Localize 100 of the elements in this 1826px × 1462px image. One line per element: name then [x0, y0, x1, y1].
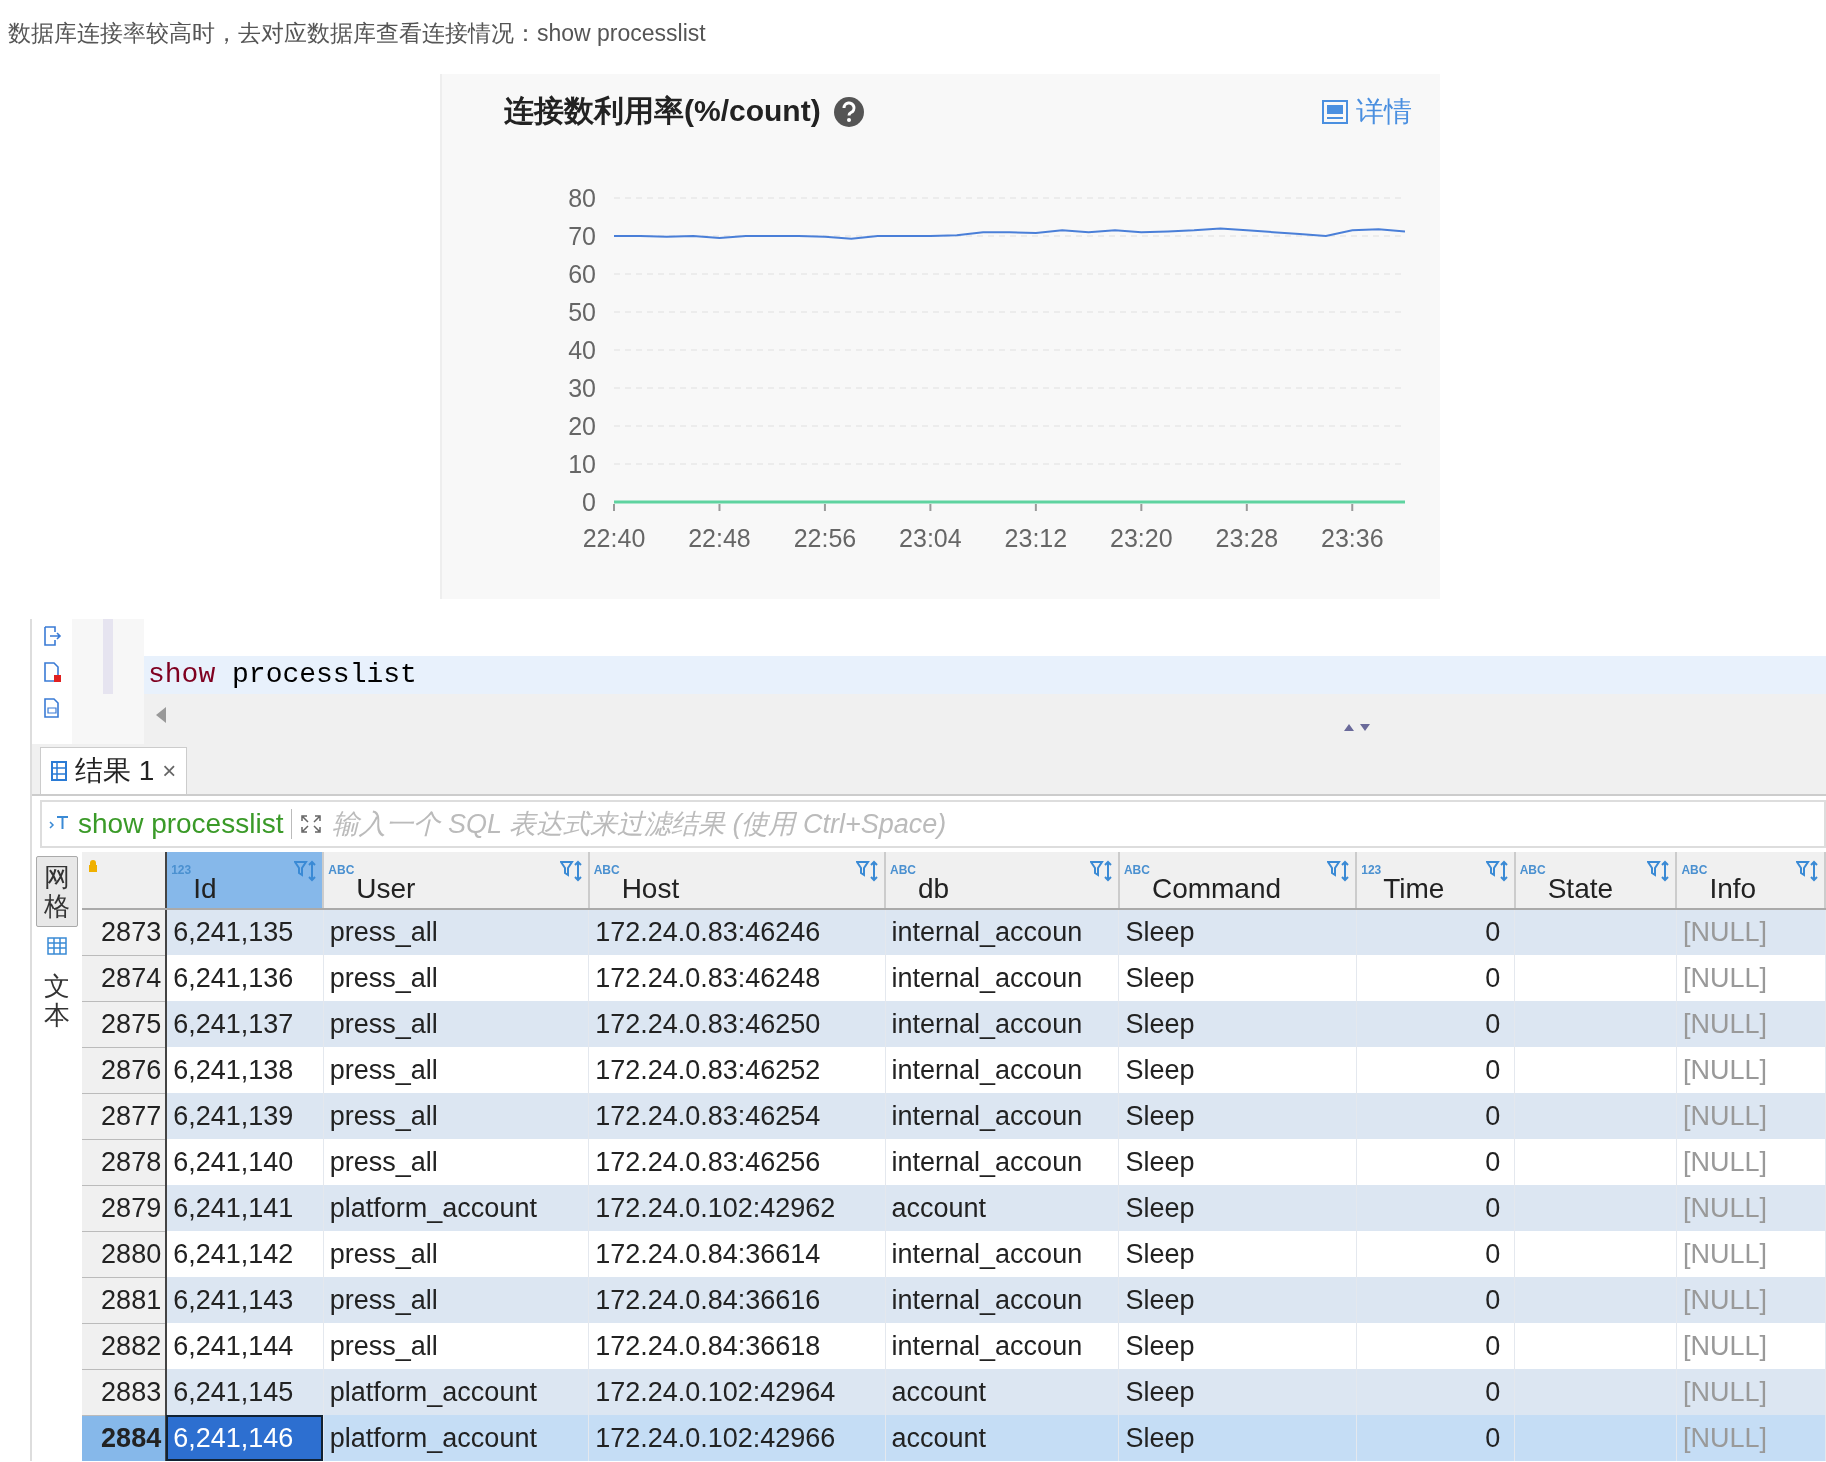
table-cell: [NULL]	[1676, 1001, 1825, 1047]
column-header[interactable]: ABC db	[885, 852, 1119, 909]
table-row[interactable]: 2881 6,241,143 press_all 172.24.0.84:36616 internal_accoun Sleep 0 [NULL]	[81, 1277, 1825, 1323]
axis-tick	[718, 503, 721, 512]
scroll-left-icon[interactable]	[154, 706, 168, 724]
maximize-toggle-icon[interactable]	[1342, 722, 1372, 732]
table-cell: [NULL]	[1676, 1185, 1825, 1231]
column-header[interactable]: ABC Command	[1118, 852, 1357, 909]
axis-tick-label: 0	[582, 488, 596, 516]
axis-tick-label: 23:12	[1004, 524, 1068, 552]
filter-sort-icon[interactable]	[1647, 859, 1672, 883]
filter-sort-icon[interactable]	[1089, 859, 1114, 883]
row-number: 2880	[81, 1231, 167, 1277]
table-row[interactable]: 2884 6,241,146 platform_account 172.24.0.102:42966 account Sleep 0 [NULL]	[81, 1415, 1825, 1461]
table-row[interactable]: 2875 6,241,137 press_all 172.24.0.83:46250 internal_accoun Sleep 0 [NULL]	[81, 1001, 1825, 1047]
type-label: ABC	[328, 863, 355, 877]
table-cell: 172.24.0.83:46246	[588, 909, 886, 955]
table-cell: [NULL]	[1676, 1277, 1825, 1323]
table-cell: platform_account	[323, 1415, 589, 1461]
table-cell: press_all	[323, 1001, 589, 1047]
table-row[interactable]: 2873 6,241,135 press_all 172.24.0.83:46246 internal_accoun Sleep 0 [NULL]	[81, 909, 1825, 955]
table-row[interactable]: 2874 6,241,136 press_all 172.24.0.83:46248 internal_accoun Sleep 0 [NULL]	[81, 955, 1825, 1001]
table-row[interactable]: 2879 6,241,141 platform_account 172.24.0.102:42962 account Sleep 0 [NULL]	[81, 1185, 1825, 1231]
table-row[interactable]: 2882 6,241,144 press_all 172.24.0.84:36618 internal_accoun Sleep 0 [NULL]	[81, 1323, 1825, 1369]
table-cell: press_all	[323, 1277, 589, 1323]
table-cell: Sleep	[1118, 1139, 1357, 1185]
table-cell: 172.24.0.83:46254	[588, 1093, 886, 1139]
axis-tick	[823, 503, 826, 512]
column-title: State	[1547, 873, 1614, 905]
help-icon[interactable]	[832, 95, 865, 128]
table-cell: Sleep	[1118, 1047, 1357, 1093]
filter-sort-icon[interactable]	[856, 859, 881, 883]
table-cell: [NULL]	[1676, 1323, 1825, 1369]
column-header[interactable]: ABC State	[1514, 852, 1677, 909]
table-cell: internal_accoun	[885, 1093, 1119, 1139]
table-cell: internal_accoun	[885, 1001, 1119, 1047]
variable-file-icon[interactable]	[42, 697, 62, 719]
grid-icon[interactable]	[46, 937, 67, 956]
table-row[interactable]: 2883 6,241,145 platform_account 172.24.0.102:42964 account Sleep 0 [NULL]	[81, 1369, 1825, 1415]
column-title: Command	[1151, 873, 1282, 905]
result-tab[interactable]: 结果 1 ×	[40, 747, 188, 794]
type-label: ABC	[890, 863, 917, 877]
column-title: db	[918, 873, 950, 905]
column-header[interactable]: ABC Info	[1676, 852, 1825, 909]
export-icon[interactable]	[42, 625, 62, 647]
expand-icon[interactable]	[300, 814, 323, 834]
axis-tick-label: 23:28	[1215, 524, 1279, 552]
file-error-icon[interactable]	[42, 661, 62, 683]
table-cell: internal_accoun	[885, 1047, 1119, 1093]
view-tab[interactable]: 网格	[35, 856, 78, 928]
table-cell: 0	[1356, 1093, 1515, 1139]
table-cell: [NULL]	[1676, 1093, 1825, 1139]
column-title: User	[356, 873, 416, 905]
axis-tick-label: 70	[568, 222, 596, 250]
table-cell: Sleep	[1118, 1001, 1357, 1047]
column-header[interactable]: ABC Host	[588, 852, 886, 909]
filter-sort-icon[interactable]	[1796, 859, 1820, 883]
table-cell: Sleep	[1118, 1231, 1357, 1277]
table-cell: account	[885, 1369, 1119, 1415]
table-row[interactable]: 2880 6,241,142 press_all 172.24.0.84:36614 internal_accoun Sleep 0 [NULL]	[81, 1231, 1825, 1277]
lock-icon	[87, 860, 98, 872]
filter-field[interactable]: show processlist 输入一个 SQL 表达式来过滤结果 (使用 Ctrl+Space)	[40, 800, 1826, 848]
axis-tick-label: 23:04	[899, 524, 962, 552]
row-number: 2881	[81, 1277, 167, 1323]
table-cell: 172.24.0.84:36614	[588, 1231, 886, 1277]
table-cell: 0	[1356, 1185, 1515, 1231]
table-row[interactable]: 2878 6,241,140 press_all 172.24.0.83:46256 internal_accoun Sleep 0 [NULL]	[81, 1139, 1825, 1185]
column-header[interactable]: 123 Id	[166, 852, 324, 909]
axis-tick-label: 30	[568, 374, 596, 402]
type-label: ABC	[593, 863, 620, 877]
table-cell: 6,241,138	[166, 1047, 324, 1093]
row-number: 2878	[81, 1139, 167, 1185]
filter-sort-icon[interactable]	[294, 859, 319, 883]
column-header[interactable]: ABC User	[323, 852, 589, 909]
column-title: Id	[193, 873, 217, 905]
column-title: Time	[1383, 873, 1445, 905]
type-label: ABC	[1123, 863, 1150, 877]
table-cell: 0	[1356, 1139, 1515, 1185]
table-cell: 172.24.0.84:36616	[588, 1277, 886, 1323]
type-label: 123	[171, 863, 192, 877]
filter-input[interactable]: 输入一个 SQL 表达式来过滤结果 (使用 Ctrl+Space)	[330, 807, 1824, 841]
table-cell: press_all	[323, 955, 589, 1001]
table-cell: 6,241,144	[166, 1323, 324, 1369]
table-cell: [NULL]	[1676, 1047, 1825, 1093]
row-number: 2874	[81, 955, 167, 1001]
table-cell: 6,241,143	[166, 1277, 324, 1323]
filter-sort-icon[interactable]	[1485, 859, 1510, 883]
filter-sort-icon[interactable]	[1327, 859, 1352, 883]
view-tab[interactable]: 文本	[35, 965, 78, 1037]
table-cell: [NULL]	[1676, 1415, 1825, 1461]
table-cell: 172.24.0.84:36618	[588, 1323, 886, 1369]
column-header[interactable]: 123 Time	[1356, 852, 1515, 909]
table-row[interactable]: 2876 6,241,138 press_all 172.24.0.83:46252 internal_accoun Sleep 0 [NULL]	[81, 1047, 1825, 1093]
table-row[interactable]: 2877 6,241,139 press_all 172.24.0.83:46254 internal_accoun Sleep 0 [NULL]	[81, 1093, 1825, 1139]
axis-tick	[1351, 503, 1354, 512]
axis-tick-label: 23:20	[1110, 524, 1173, 552]
filter-sort-icon[interactable]	[559, 859, 584, 883]
axis-tick	[1140, 503, 1143, 512]
table-cell: [NULL]	[1676, 1369, 1825, 1415]
close-icon[interactable]: ×	[162, 757, 177, 785]
